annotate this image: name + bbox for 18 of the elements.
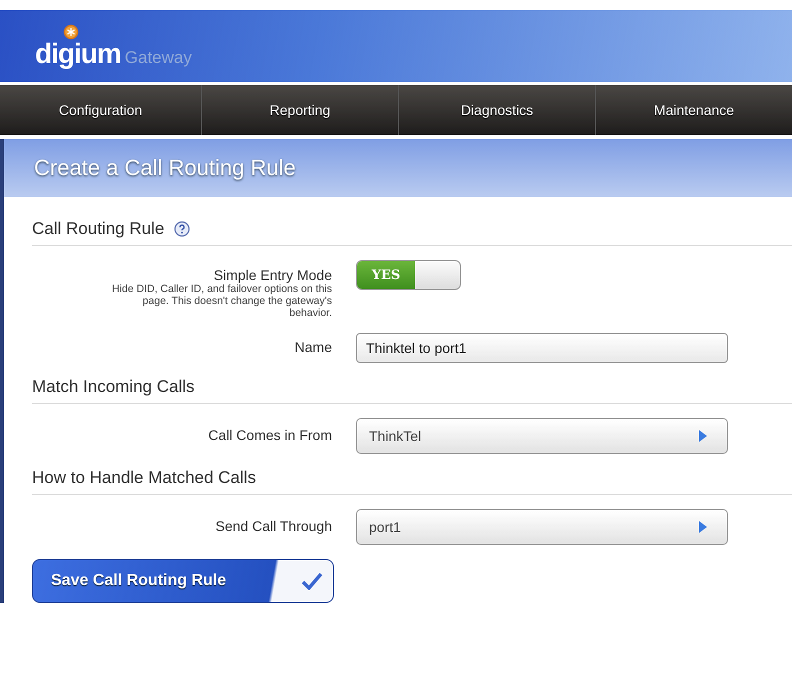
field-label: Simple Entry Mode — [214, 266, 332, 283]
section-title: How to Handle Matched Calls — [32, 468, 256, 488]
field-label: Send Call Through — [216, 517, 332, 534]
section-title: Call Routing Rule — [32, 219, 164, 239]
field-description: Hide DID, Caller ID, and failover options on this page. This doesn't change the gateway's behavior. — [110, 283, 332, 319]
field-label: Call Comes in From — [208, 426, 332, 443]
nav-tab[interactable]: Reporting — [202, 85, 399, 135]
field-label: Name — [294, 338, 332, 355]
nav-tab[interactable]: Maintenance — [596, 85, 792, 135]
nav-tab[interactable]: Configuration — [0, 85, 202, 135]
logo: digium Gateway — [35, 22, 192, 68]
dropdown[interactable]: port1 — [356, 509, 728, 545]
save-button[interactable]: Save Call Routing Rule — [32, 559, 334, 603]
name-field[interactable]: Thinktel to port1 — [356, 333, 728, 363]
nav-tab[interactable]: Diagnostics — [399, 85, 596, 135]
section-title: Match Incoming Calls — [32, 377, 195, 397]
page-title: Create a Call Routing Rule — [34, 155, 296, 181]
dropdown[interactable]: ThinkTel — [356, 418, 728, 454]
